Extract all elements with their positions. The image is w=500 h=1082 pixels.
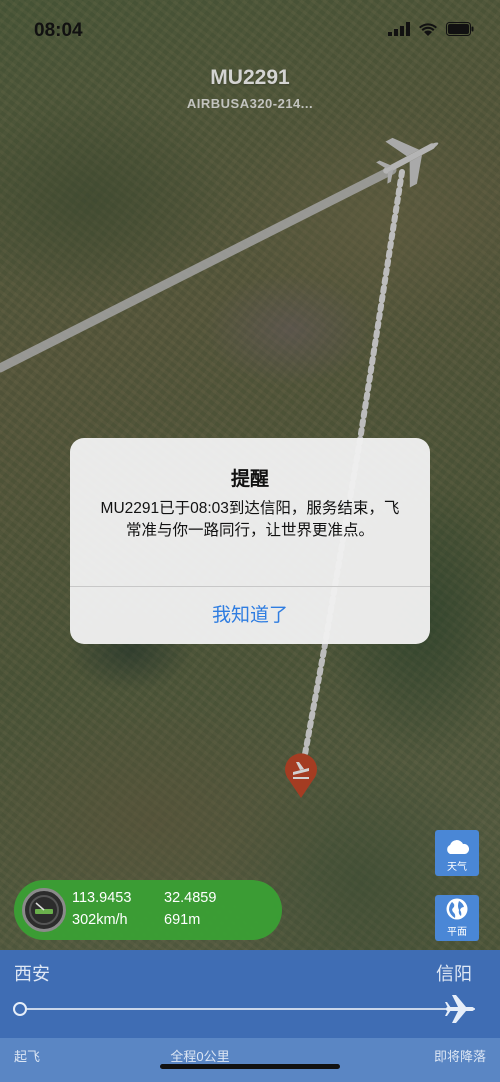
cellular-signal-icon [388, 22, 410, 36]
weather-label: 天气 [447, 862, 467, 873]
flight-number: MU2291 [210, 66, 290, 89]
wifi-icon [419, 23, 437, 36]
status-time: 08:04 [34, 20, 83, 41]
acknowledge-button[interactable]: 我知道了 [70, 587, 430, 644]
progress-start-dot [13, 1002, 27, 1016]
aircraft-model: AIRBUSA320-214... [186, 96, 314, 111]
flat-map-button[interactable]: 平面 [435, 895, 479, 941]
latitude-value: 32.4859 [164, 890, 217, 906]
progress-airplane-icon [445, 995, 474, 1023]
battery-icon [446, 22, 474, 36]
altitude-value: 691m [164, 912, 201, 928]
total-distance-label: 全程0公里 [170, 1049, 230, 1064]
globe-icon [446, 898, 468, 920]
home-indicator[interactable] [160, 1064, 340, 1069]
landing-soon-label: 即将降落 [433, 1049, 486, 1064]
speed-value: 302km/h [72, 912, 128, 928]
speedometer-icon [22, 888, 66, 932]
position-info-panel: 113.9453 32.4859 302km/h 691m [14, 880, 282, 940]
progress-track [20, 1008, 475, 1010]
weather-button[interactable]: 天气 [435, 830, 479, 876]
flat-map-label: 平面 [447, 927, 467, 938]
cloud-icon [447, 840, 470, 854]
status-icons [388, 22, 474, 36]
route-progress-panel: 西安 信阳 起飞 全程0公里 即将降落 [0, 950, 500, 1082]
destination-city: 信阳 [436, 964, 472, 984]
alert-title: 提醒 [230, 469, 269, 490]
alert-message: MU2291已于08:03到达信阳，服务结束，飞常准与你一路同行，让世界更准点。 [100, 500, 400, 539]
longitude-value: 113.9453 [72, 890, 132, 906]
arrival-alert-dialog: 提醒 MU2291已于08:03到达信阳，服务结束，飞常准与你一路同行，让世界更… [70, 438, 430, 644]
origin-city: 西安 [14, 964, 50, 984]
